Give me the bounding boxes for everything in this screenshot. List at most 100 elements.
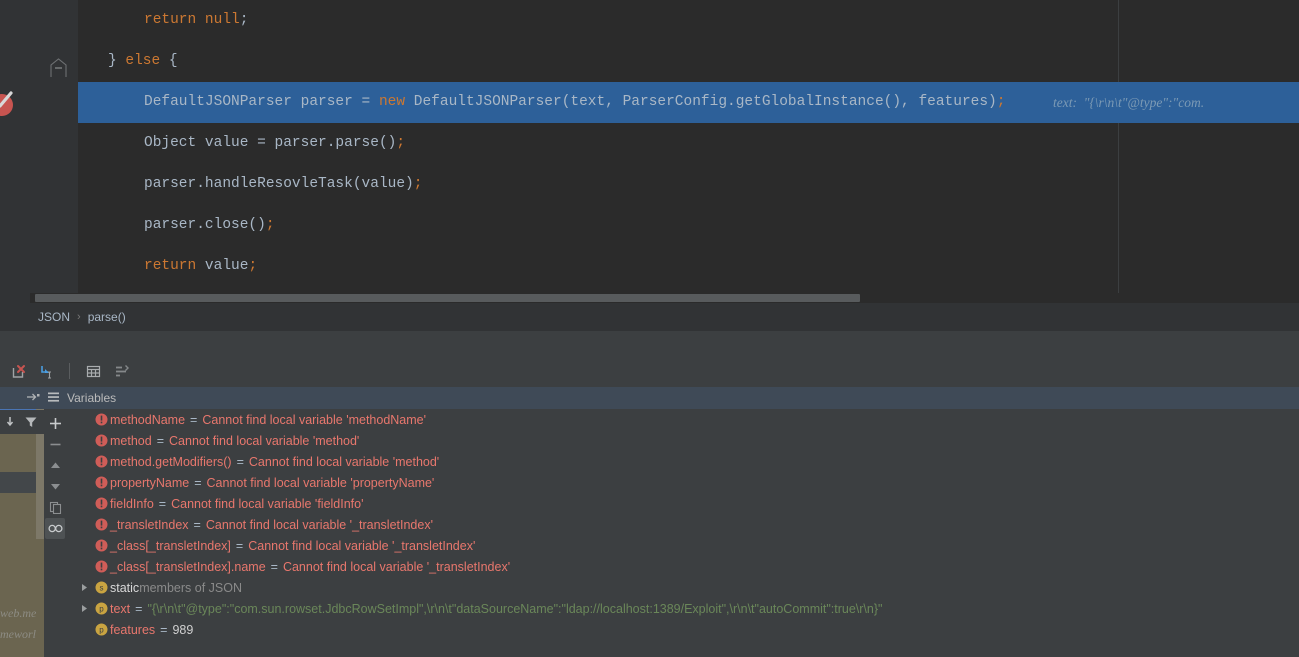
variable-error-value: Cannot find local variable '_transletInd… xyxy=(205,517,433,532)
svg-text:p: p xyxy=(99,605,104,614)
variable-name: features xyxy=(110,622,156,637)
variable-name: _class[_transletIndex].name xyxy=(110,559,266,574)
svg-text:s: s xyxy=(99,584,103,593)
variable-equals: = xyxy=(270,559,278,574)
editor-text-area[interactable]: return null; } else { DefaultJSONParser pa… xyxy=(78,0,1299,303)
property-icon: p xyxy=(92,619,110,640)
error-icon xyxy=(92,472,110,493)
error-icon xyxy=(92,409,110,430)
variable-equals: = xyxy=(235,538,244,553)
frame-label-partial[interactable]: meworl xyxy=(0,627,36,642)
breadcrumb-item-class[interactable]: JSON xyxy=(38,310,70,324)
variable-row[interactable]: p features = 989 xyxy=(66,619,1299,640)
variable-name: fieldInfo xyxy=(110,496,154,511)
error-icon xyxy=(92,451,110,472)
svg-text:p: p xyxy=(99,626,104,635)
twisty-placeholder xyxy=(76,556,92,577)
variable-row[interactable]: _class[_transletIndex] = Cannot find local… xyxy=(66,535,1299,556)
add-watch-icon[interactable] xyxy=(45,413,65,434)
evaluate-expression-icon[interactable] xyxy=(34,359,58,383)
code-line[interactable]: } else { xyxy=(78,41,1299,82)
code-line-text: return value; xyxy=(144,258,258,274)
variable-error-value: Cannot find local variable 'fieldInfo' xyxy=(171,496,364,511)
breadcrumb-item-method[interactable]: parse() xyxy=(88,310,126,324)
variable-error-value: Cannot find local variable 'method' xyxy=(248,454,440,469)
debugger-tool-window: Variables web.me meworl methodName = Can… xyxy=(0,331,1299,657)
move-up-icon[interactable] xyxy=(45,455,65,476)
breakpoint-icon[interactable] xyxy=(0,91,13,116)
twisty-placeholder xyxy=(76,409,92,430)
twisty-placeholder xyxy=(76,514,92,535)
variable-equals: = xyxy=(158,496,167,511)
property-icon: p xyxy=(92,598,110,619)
code-line-text: } else { xyxy=(108,53,178,69)
expand-arrow-icon[interactable] xyxy=(76,577,92,598)
twisty-placeholder xyxy=(76,619,92,640)
variable-name: method xyxy=(110,433,152,448)
variable-name: methodName xyxy=(110,412,186,427)
code-line-text: parser.close(); xyxy=(144,217,275,233)
variable-equals: = xyxy=(193,517,201,532)
remove-watch-icon[interactable] xyxy=(45,434,65,455)
variables-tree[interactable]: methodName = Cannot find local variable 'm… xyxy=(66,409,1299,657)
static-member-icon: s xyxy=(92,577,110,598)
debugger-top-strip xyxy=(0,331,1299,355)
variable-name: method.getModifiers() xyxy=(110,454,232,469)
error-icon xyxy=(92,514,110,535)
sort-values-icon[interactable] xyxy=(109,359,133,383)
restore-layout-icon[interactable] xyxy=(26,391,40,406)
error-icon xyxy=(92,556,110,577)
move-down-icon[interactable] xyxy=(45,476,65,497)
variable-row[interactable]: method.getModifiers() = Cannot find local … xyxy=(66,451,1299,472)
editor-horizontal-scrollbar[interactable] xyxy=(30,293,1299,303)
mute-breakpoints-icon[interactable] xyxy=(6,359,30,383)
editor-left-gutter[interactable] xyxy=(0,0,30,303)
filter-icon[interactable] xyxy=(22,412,40,432)
variables-tab-header[interactable]: Variables xyxy=(0,387,1299,409)
editor-line-gutter[interactable] xyxy=(30,0,78,303)
debugger-toolbar[interactable] xyxy=(0,355,1299,387)
error-icon xyxy=(92,535,110,556)
variable-name: propertyName xyxy=(110,475,190,490)
twisty-placeholder xyxy=(76,451,92,472)
variable-equals: = xyxy=(194,475,202,490)
code-editor[interactable]: return null; } else { DefaultJSONParser pa… xyxy=(0,0,1299,303)
breadcrumb[interactable]: JSON › parse() xyxy=(0,303,1299,331)
variable-name: _transletIndex xyxy=(110,517,189,532)
variable-row[interactable]: p text = "{\r\n\t"@type":"com.sun.rowset.Jd… xyxy=(66,598,1299,619)
expand-arrow-icon[interactable] xyxy=(76,598,92,619)
variable-equals: = xyxy=(135,601,143,616)
table-view-icon[interactable] xyxy=(81,359,105,383)
code-line-text: Object value = parser.parse(); xyxy=(144,135,406,151)
step-into-icon[interactable] xyxy=(1,412,19,432)
watches-toolbar[interactable] xyxy=(44,409,66,657)
copy-value-icon[interactable] xyxy=(45,497,65,518)
code-line[interactable]: return value; xyxy=(78,246,1299,287)
variable-row[interactable]: method = Cannot find local variable 'metho… xyxy=(66,430,1299,451)
code-line-text: parser.handleResovleTask(value); xyxy=(144,176,423,192)
toolbar-separator xyxy=(69,363,70,379)
variable-row[interactable]: fieldInfo = Cannot find local variable 'fi… xyxy=(66,493,1299,514)
code-line[interactable]: Object value = parser.parse(); xyxy=(78,123,1299,164)
watches-glasses-icon[interactable] xyxy=(45,518,65,539)
variable-row[interactable]: methodName = Cannot find local variable 'm… xyxy=(66,409,1299,430)
variable-row[interactable]: _transletIndex = Cannot find local variabl… xyxy=(66,514,1299,535)
variable-number-value: 989 xyxy=(172,622,194,637)
variable-error-value: Cannot find local variable '_transletInd… xyxy=(248,538,476,553)
scrollbar-thumb[interactable] xyxy=(35,294,860,302)
variable-row[interactable]: _class[_transletIndex].name = Cannot find … xyxy=(66,556,1299,577)
code-line[interactable]: parser.close(); xyxy=(78,205,1299,246)
variable-row[interactable]: s static members of JSON xyxy=(66,577,1299,598)
code-line[interactable]: parser.handleResovleTask(value); xyxy=(78,164,1299,205)
variable-error-value: Cannot find local variable 'methodName' xyxy=(202,412,427,427)
frame-label-partial[interactable]: web.me xyxy=(0,606,36,621)
variable-row[interactable]: propertyName = Cannot find local variable … xyxy=(66,472,1299,493)
variable-name: text xyxy=(110,601,131,616)
code-fold-marker-icon[interactable] xyxy=(50,58,67,78)
variables-list-icon xyxy=(47,391,60,406)
code-line[interactable]: return null; xyxy=(78,0,1299,41)
variable-equals: = xyxy=(160,622,168,637)
variable-name: _class[_transletIndex] xyxy=(110,538,231,553)
variable-equals: = xyxy=(236,454,244,469)
code-line-current[interactable]: DefaultJSONParser parser = new DefaultJS… xyxy=(78,82,1299,123)
